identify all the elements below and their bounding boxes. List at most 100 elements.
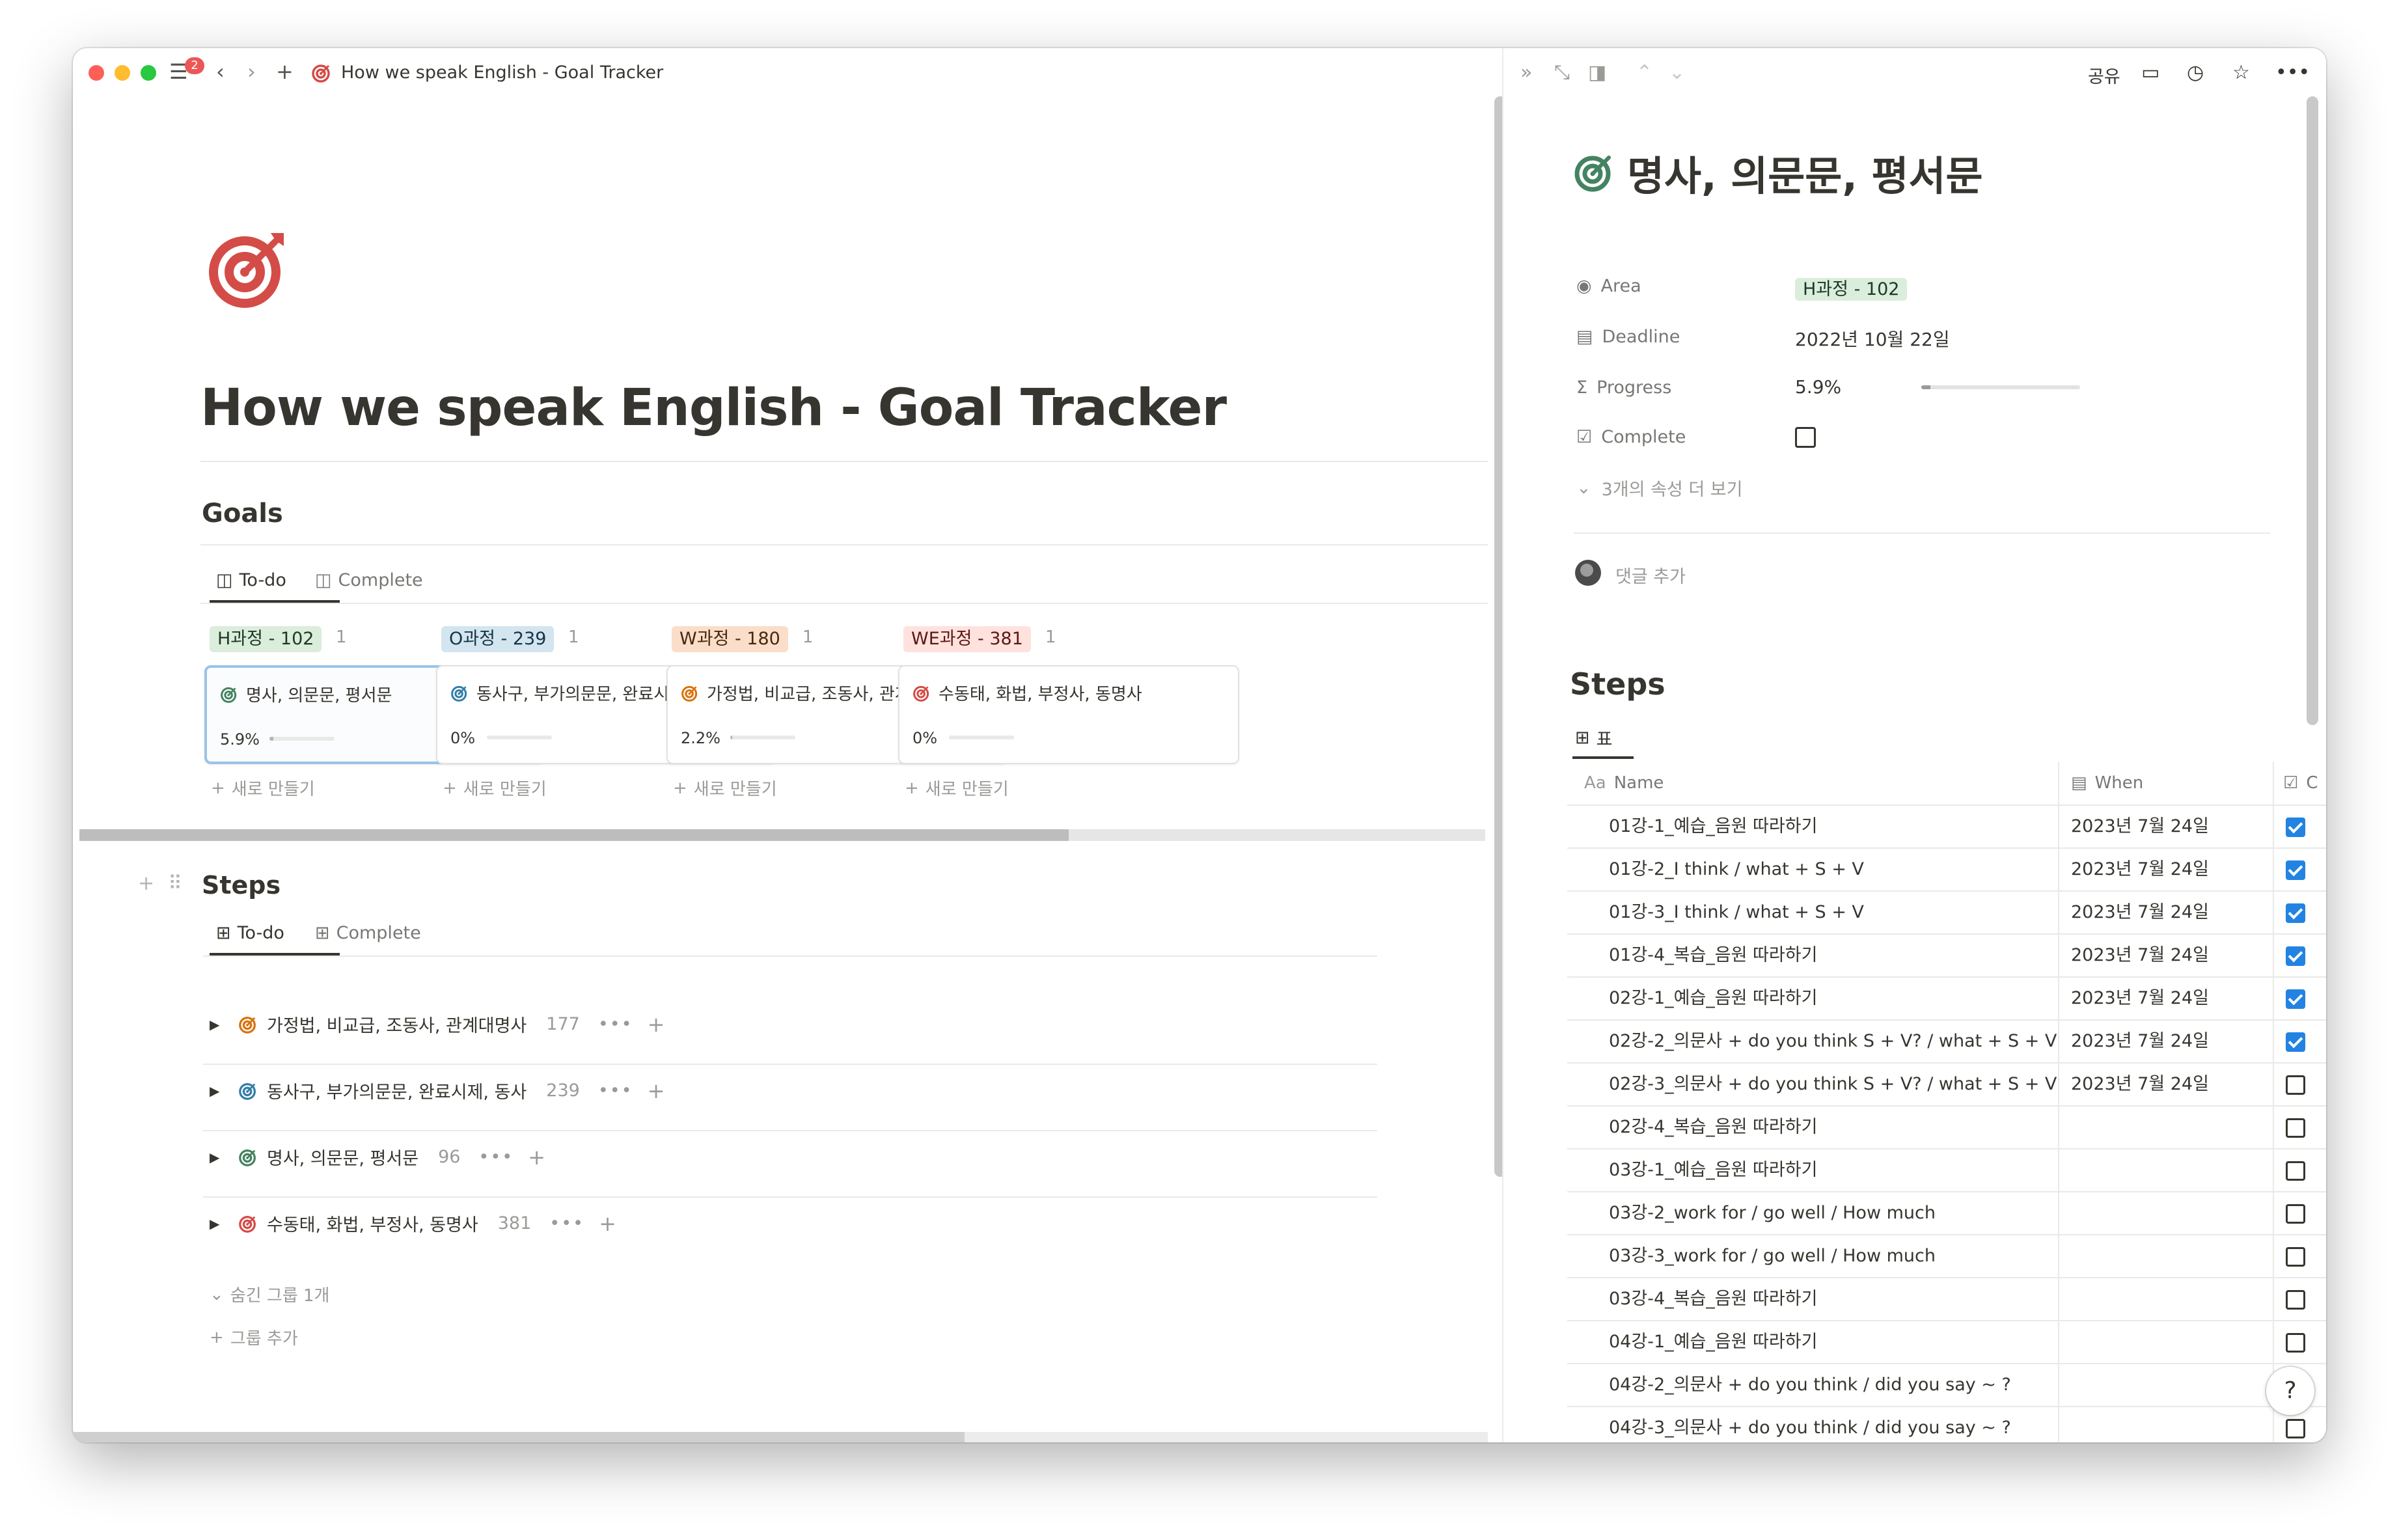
minimize-window-button[interactable]: [115, 65, 130, 81]
table-row[interactable]: 03강-3_work for / go well / How much: [1567, 1234, 2326, 1277]
table-row[interactable]: 04강-1_예습_음원 따라하기: [1567, 1320, 2326, 1363]
step-name-cell[interactable]: 01강-4_복습_음원 따라하기: [1609, 935, 1817, 976]
peek-vscrollbar[interactable]: [2307, 96, 2318, 725]
column-header-check[interactable]: ☑ C: [2283, 762, 2318, 804]
step-check-cell[interactable]: [2286, 1290, 2305, 1312]
comments-icon[interactable]: ▭: [2141, 60, 2159, 86]
step-check-cell[interactable]: [2286, 946, 2305, 969]
checked-checkbox[interactable]: [2286, 1032, 2305, 1052]
add-step-icon[interactable]: +: [528, 1145, 545, 1170]
group-tag[interactable]: W과정 - 180: [672, 626, 788, 652]
checked-checkbox[interactable]: [2286, 860, 2305, 880]
step-when-cell[interactable]: 2023년 7월 24일: [2071, 849, 2209, 890]
more-options-icon[interactable]: •••: [2275, 60, 2310, 86]
steps-tab-complete[interactable]: ⊞ Complete: [315, 923, 421, 943]
more-properties-toggle[interactable]: ⌄ 3개의 속성 더 보기: [1576, 475, 1742, 501]
board-scrollbar[interactable]: [79, 829, 1069, 841]
step-name-cell[interactable]: 02강-3_의문사 + do you think S + V? / what +…: [1609, 1064, 2057, 1105]
step-check-cell[interactable]: [2286, 1032, 2305, 1054]
step-name-cell[interactable]: 04강-2_의문사 + do you think / did you say ~…: [1609, 1364, 2011, 1406]
add-comment-input[interactable]: 댓글 추가: [1615, 562, 1686, 588]
caret-right-icon[interactable]: ▶: [210, 1149, 229, 1165]
step-name-cell[interactable]: 01강-3_I think / what + S + V: [1609, 892, 1864, 933]
step-name-cell[interactable]: 03강-1_예습_음원 따라하기: [1609, 1149, 1817, 1191]
breadcrumb-title[interactable]: How we speak English - Goal Tracker: [341, 62, 663, 83]
column-header-when[interactable]: ▤ When: [2071, 762, 2143, 804]
step-check-cell[interactable]: [2286, 1118, 2305, 1140]
complete-property-label[interactable]: ☑ Complete: [1576, 427, 1686, 447]
complete-property-value[interactable]: [1795, 427, 1816, 452]
zoom-window-button[interactable]: [141, 65, 156, 81]
unchecked-checkbox[interactable]: [2286, 1333, 2305, 1353]
step-name-cell[interactable]: 02강-2_의문사 + do you think S + V? / what +…: [1609, 1021, 2057, 1062]
table-row[interactable]: 03강-4_복습_음원 따라하기: [1567, 1277, 2326, 1320]
steps-tab-todo[interactable]: ⊞ To-do: [216, 923, 284, 943]
table-row[interactable]: 01강-3_I think / what + S + V 2023년 7월 24일: [1567, 890, 2326, 933]
next-icon[interactable]: ⌄: [1669, 60, 1685, 86]
step-name-cell[interactable]: 03강-4_복습_음원 따라하기: [1609, 1278, 1817, 1320]
goal-card[interactable]: 수동태, 화법, 부정사, 동명사 0%: [898, 665, 1239, 764]
step-check-cell[interactable]: [2286, 989, 2305, 1011]
unchecked-checkbox[interactable]: [2286, 1075, 2305, 1095]
step-when-cell[interactable]: 2023년 7월 24일: [2071, 892, 2209, 933]
step-name-cell[interactable]: 04강-1_예습_음원 따라하기: [1609, 1321, 1817, 1363]
page-title[interactable]: How we speak English - Goal Tracker: [200, 379, 1227, 437]
step-when-cell[interactable]: 2023년 7월 24일: [2071, 806, 2209, 847]
favorite-icon[interactable]: ☆: [2232, 60, 2250, 86]
table-row[interactable]: 02강-3_의문사 + do you think S + V? / what +…: [1567, 1062, 2326, 1105]
table-row[interactable]: 01강-4_복습_음원 따라하기 2023년 7월 24일: [1567, 933, 2326, 976]
step-group-header[interactable]: ▶ 동사구, 부가의문문, 완료시제, 동사 239 ••• +: [210, 1078, 665, 1103]
previous-icon[interactable]: ⌃: [1636, 60, 1652, 86]
caret-right-icon[interactable]: ▶: [210, 1083, 229, 1099]
peek-title[interactable]: 명사, 의문문, 평서문: [1574, 143, 1983, 202]
table-row[interactable]: 02강-4_복습_음원 따라하기: [1567, 1105, 2326, 1148]
page-hscrollbar[interactable]: [73, 1432, 965, 1442]
unchecked-checkbox[interactable]: [2286, 1161, 2305, 1181]
step-when-cell[interactable]: 2023년 7월 24일: [2071, 935, 2209, 976]
checked-checkbox[interactable]: [2286, 946, 2305, 966]
table-row[interactable]: 04강-3_의문사 + do you think / did you say ~…: [1567, 1406, 2326, 1442]
caret-right-icon[interactable]: ▶: [210, 1216, 229, 1231]
group-tag[interactable]: H과정 - 102: [210, 626, 322, 652]
step-when-cell[interactable]: 2023년 7월 24일: [2071, 1064, 2209, 1105]
step-group-header[interactable]: ▶ 가정법, 비교급, 조동사, 관계대명사 177 ••• +: [210, 1011, 665, 1037]
unchecked-checkbox[interactable]: [2286, 1419, 2305, 1438]
progress-property-label[interactable]: Σ Progress: [1576, 378, 1671, 398]
group-tag[interactable]: O과정 - 239: [441, 626, 555, 652]
more-options-icon[interactable]: •••: [598, 1080, 633, 1101]
add-block-icon[interactable]: +: [138, 872, 154, 895]
table-row[interactable]: 04강-2_의문사 + do you think / did you say ~…: [1567, 1363, 2326, 1406]
expand-icon[interactable]: ⤡: [1554, 60, 1570, 86]
close-window-button[interactable]: [89, 65, 104, 81]
steps-heading[interactable]: Steps: [202, 871, 281, 900]
step-name-cell[interactable]: 03강-3_work for / go well / How much: [1609, 1235, 1936, 1277]
checked-checkbox[interactable]: [2286, 903, 2305, 923]
close-peek-icon[interactable]: »: [1520, 60, 1532, 86]
peek-steps-heading[interactable]: Steps: [1570, 667, 1666, 702]
step-name-cell[interactable]: 03강-2_work for / go well / How much: [1609, 1192, 1936, 1234]
table-view-tab[interactable]: ⊞ 표: [1575, 725, 1612, 750]
peek-mode-icon[interactable]: ◨: [1588, 60, 1606, 86]
forward-icon[interactable]: ›: [247, 59, 256, 85]
checked-checkbox[interactable]: [2286, 818, 2305, 837]
step-name-cell[interactable]: 04강-3_의문사 + do you think / did you say ~…: [1609, 1407, 2011, 1442]
unchecked-checkbox[interactable]: [2286, 1247, 2305, 1267]
step-check-cell[interactable]: [2286, 903, 2305, 926]
table-row[interactable]: 03강-2_work for / go well / How much: [1567, 1191, 2326, 1234]
checked-checkbox[interactable]: [2286, 989, 2305, 1009]
goals-heading[interactable]: Goals: [202, 499, 283, 529]
step-group-header[interactable]: ▶ 수동태, 화법, 부정사, 동명사 381 ••• +: [210, 1211, 616, 1236]
step-check-cell[interactable]: [2286, 1204, 2305, 1226]
table-row[interactable]: 03강-1_예습_음원 따라하기: [1567, 1148, 2326, 1191]
new-card-button[interactable]: + 새로 만들기: [211, 776, 315, 800]
step-check-cell[interactable]: [2286, 1161, 2305, 1183]
more-options-icon[interactable]: •••: [598, 1014, 633, 1034]
step-check-cell[interactable]: [2286, 1247, 2305, 1269]
step-when-cell[interactable]: 2023년 7월 24일: [2071, 1021, 2209, 1062]
history-icon[interactable]: ◷: [2187, 60, 2204, 86]
deadline-property-value[interactable]: 2022년 10월 22일: [1795, 325, 1950, 351]
deadline-property-label[interactable]: ▤ Deadline: [1576, 327, 1680, 347]
column-header-name[interactable]: Aa Name: [1584, 762, 1664, 804]
more-options-icon[interactable]: •••: [549, 1213, 584, 1233]
complete-checkbox[interactable]: [1795, 427, 1816, 448]
